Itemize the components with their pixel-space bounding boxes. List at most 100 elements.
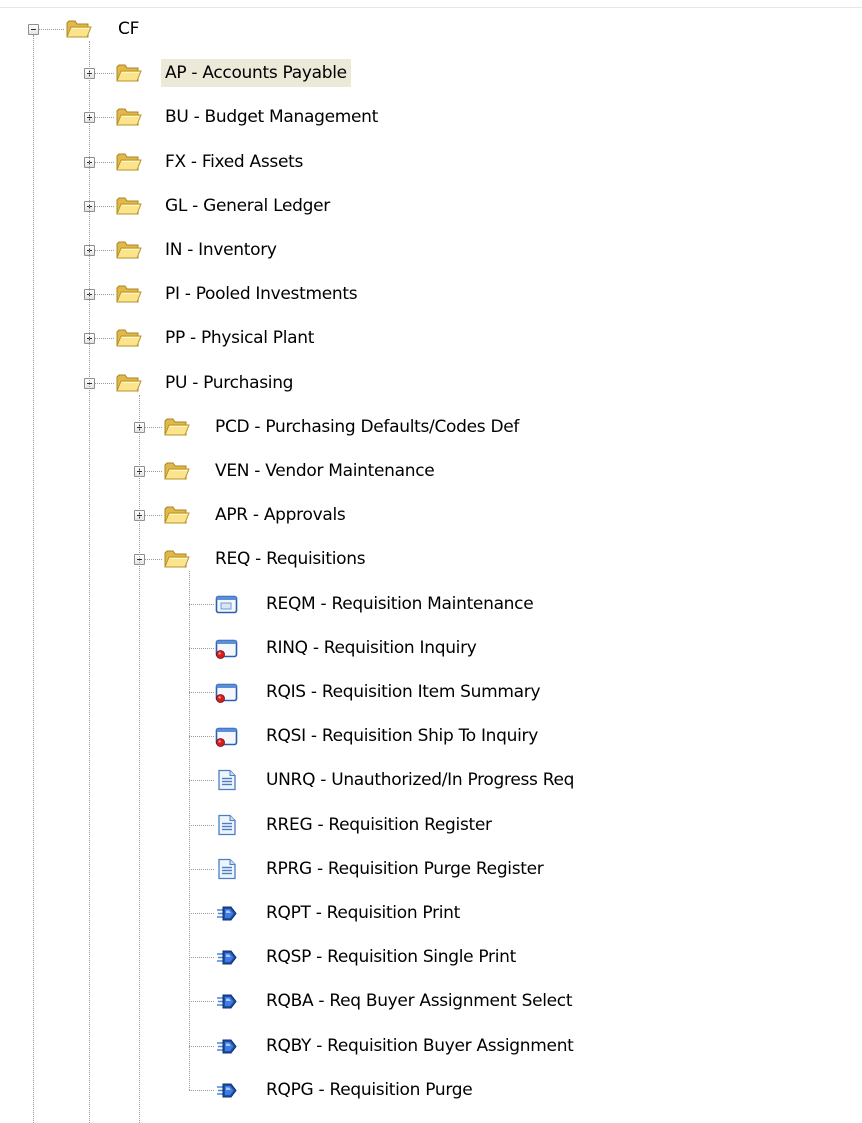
- folder-icon: [164, 547, 190, 571]
- tree-node-program[interactable]: RQSP - Requisition Single Print: [0, 940, 862, 974]
- tree-connector-line: [189, 824, 214, 826]
- node-label[interactable]: IN - Inventory: [161, 236, 281, 264]
- node-label[interactable]: PU - Purchasing: [161, 369, 297, 397]
- tree-connector-line: [145, 471, 162, 472]
- folder-icon: [116, 61, 142, 85]
- tree-connector-line: [145, 515, 162, 517]
- tree-node-program[interactable]: RREG - Requisition Register: [0, 808, 862, 842]
- tree-connector-line: [95, 117, 114, 119]
- tree-connector-line: [189, 1001, 214, 1003]
- node-label[interactable]: FX - Fixed Assets: [161, 148, 307, 176]
- folder-icon: [66, 17, 92, 41]
- folder-icon: [116, 371, 142, 395]
- node-label[interactable]: AP - Accounts Payable: [161, 59, 351, 88]
- tree-node-program[interactable]: RPRG - Requisition Purge Register: [0, 852, 862, 886]
- folder-icon: [164, 459, 190, 483]
- node-label[interactable]: PCD - Purchasing Defaults/Codes Def: [211, 413, 523, 441]
- process-icon: [214, 1034, 240, 1058]
- tree-connector-line: [189, 571, 190, 1090]
- tree-connector-line: [95, 382, 114, 384]
- top-border: [0, 0, 862, 8]
- node-label[interactable]: RQPT - Requisition Print: [262, 899, 464, 927]
- tree-node-module[interactable]: IN - Inventory: [0, 233, 862, 267]
- tree-node-submodule[interactable]: VEN - Vendor Maintenance: [0, 454, 862, 488]
- folder-icon: [116, 282, 142, 306]
- tree-connector-line: [189, 736, 214, 738]
- tree-node-root[interactable]: CF: [0, 12, 862, 46]
- report-icon: [214, 768, 240, 792]
- tree-node-submodule[interactable]: REQ - Requisitions: [0, 542, 862, 576]
- folder-icon: [116, 105, 142, 129]
- tree-connector-line: [89, 41, 90, 1123]
- tree-connector-line: [33, 35, 34, 1123]
- tree-node-module[interactable]: PU - Purchasing: [0, 366, 862, 400]
- folder-icon: [164, 503, 190, 527]
- tree-node-program[interactable]: UNRQ - Unauthorized/In Progress Req: [0, 763, 862, 797]
- node-label[interactable]: BU - Budget Management: [161, 103, 382, 131]
- node-label[interactable]: RPRG - Requisition Purge Register: [262, 855, 548, 883]
- tree-connector-line: [95, 250, 114, 251]
- folder-icon: [116, 326, 142, 350]
- tree-node-submodule[interactable]: PCD - Purchasing Defaults/Codes Def: [0, 410, 862, 444]
- tree-node-program[interactable]: RQPG - Requisition Purge: [0, 1073, 862, 1107]
- tree-node-module[interactable]: PI - Pooled Investments: [0, 277, 862, 311]
- tree-connector-line: [189, 1089, 214, 1091]
- node-label[interactable]: REQM - Requisition Maintenance: [262, 590, 537, 618]
- node-label[interactable]: RQBA - Req Buyer Assignment Select: [262, 987, 576, 1015]
- tree-connector-line: [145, 426, 162, 428]
- tree-node-module[interactable]: GL - General Ledger: [0, 189, 862, 223]
- tree-connector-line: [189, 913, 214, 914]
- folder-icon: [116, 194, 142, 218]
- tree-node-submodule[interactable]: APR - Approvals: [0, 498, 862, 532]
- process-icon: [214, 1078, 240, 1102]
- tree-node-program[interactable]: RINQ - Requisition Inquiry: [0, 631, 862, 665]
- node-label[interactable]: RQSI - Requisition Ship To Inquiry: [262, 722, 542, 750]
- tree-connector-line: [95, 205, 114, 207]
- form-icon: [214, 592, 240, 616]
- node-label[interactable]: CF: [114, 15, 143, 43]
- node-label[interactable]: UNRQ - Unauthorized/In Progress Req: [262, 766, 578, 794]
- node-label[interactable]: RREG - Requisition Register: [262, 811, 496, 839]
- tree-node-module[interactable]: PP - Physical Plant: [0, 321, 862, 355]
- report-icon: [214, 813, 240, 837]
- node-label[interactable]: RQIS - Requisition Item Summary: [262, 678, 544, 706]
- tree-connector-line: [95, 338, 114, 340]
- tree-connector-line: [189, 780, 214, 782]
- tree-connector-line: [95, 73, 114, 75]
- node-label[interactable]: APR - Approvals: [211, 501, 349, 529]
- node-label[interactable]: PP - Physical Plant: [161, 324, 318, 352]
- tree-connector-line: [145, 559, 162, 561]
- process-icon: [214, 901, 240, 925]
- tree-node-program[interactable]: RQSI - Requisition Ship To Inquiry: [0, 719, 862, 753]
- report-icon: [214, 857, 240, 881]
- inquiry-form-icon: [214, 680, 240, 704]
- tree-node-module[interactable]: BU - Budget Management: [0, 100, 862, 134]
- node-label[interactable]: PI - Pooled Investments: [161, 280, 361, 308]
- tree-connector-line: [189, 957, 214, 959]
- node-label[interactable]: RINQ - Requisition Inquiry: [262, 634, 481, 662]
- process-icon: [214, 989, 240, 1013]
- tree-connector-line: [39, 29, 64, 30]
- tree-connector-line: [189, 603, 214, 605]
- folder-icon: [164, 415, 190, 439]
- inquiry-form-icon: [214, 724, 240, 748]
- folder-icon: [116, 150, 142, 174]
- tree-node-module[interactable]: AP - Accounts Payable: [0, 56, 862, 90]
- tree-node-program[interactable]: RQBA - Req Buyer Assignment Select: [0, 984, 862, 1018]
- tree-node-program[interactable]: RQIS - Requisition Item Summary: [0, 675, 862, 709]
- node-label[interactable]: REQ - Requisitions: [211, 545, 369, 573]
- node-label[interactable]: RQPG - Requisition Purge: [262, 1076, 476, 1104]
- tree-connector-line: [189, 868, 214, 870]
- tree-node-program[interactable]: REQM - Requisition Maintenance: [0, 587, 862, 621]
- tree-node-program[interactable]: RQPT - Requisition Print: [0, 896, 862, 930]
- node-label[interactable]: GL - General Ledger: [161, 192, 334, 220]
- tree-connector-line: [189, 647, 214, 649]
- tree-connector-line: [139, 394, 140, 1123]
- collapse-toggle[interactable]: [28, 24, 39, 35]
- node-label[interactable]: RQSP - Requisition Single Print: [262, 943, 520, 971]
- tree-node-module[interactable]: FX - Fixed Assets: [0, 145, 862, 179]
- node-label[interactable]: VEN - Vendor Maintenance: [211, 457, 438, 485]
- tree-node-program[interactable]: RQBY - Requisition Buyer Assignment: [0, 1029, 862, 1063]
- node-label[interactable]: RQBY - Requisition Buyer Assignment: [262, 1032, 578, 1060]
- tree-connector-line: [95, 161, 114, 163]
